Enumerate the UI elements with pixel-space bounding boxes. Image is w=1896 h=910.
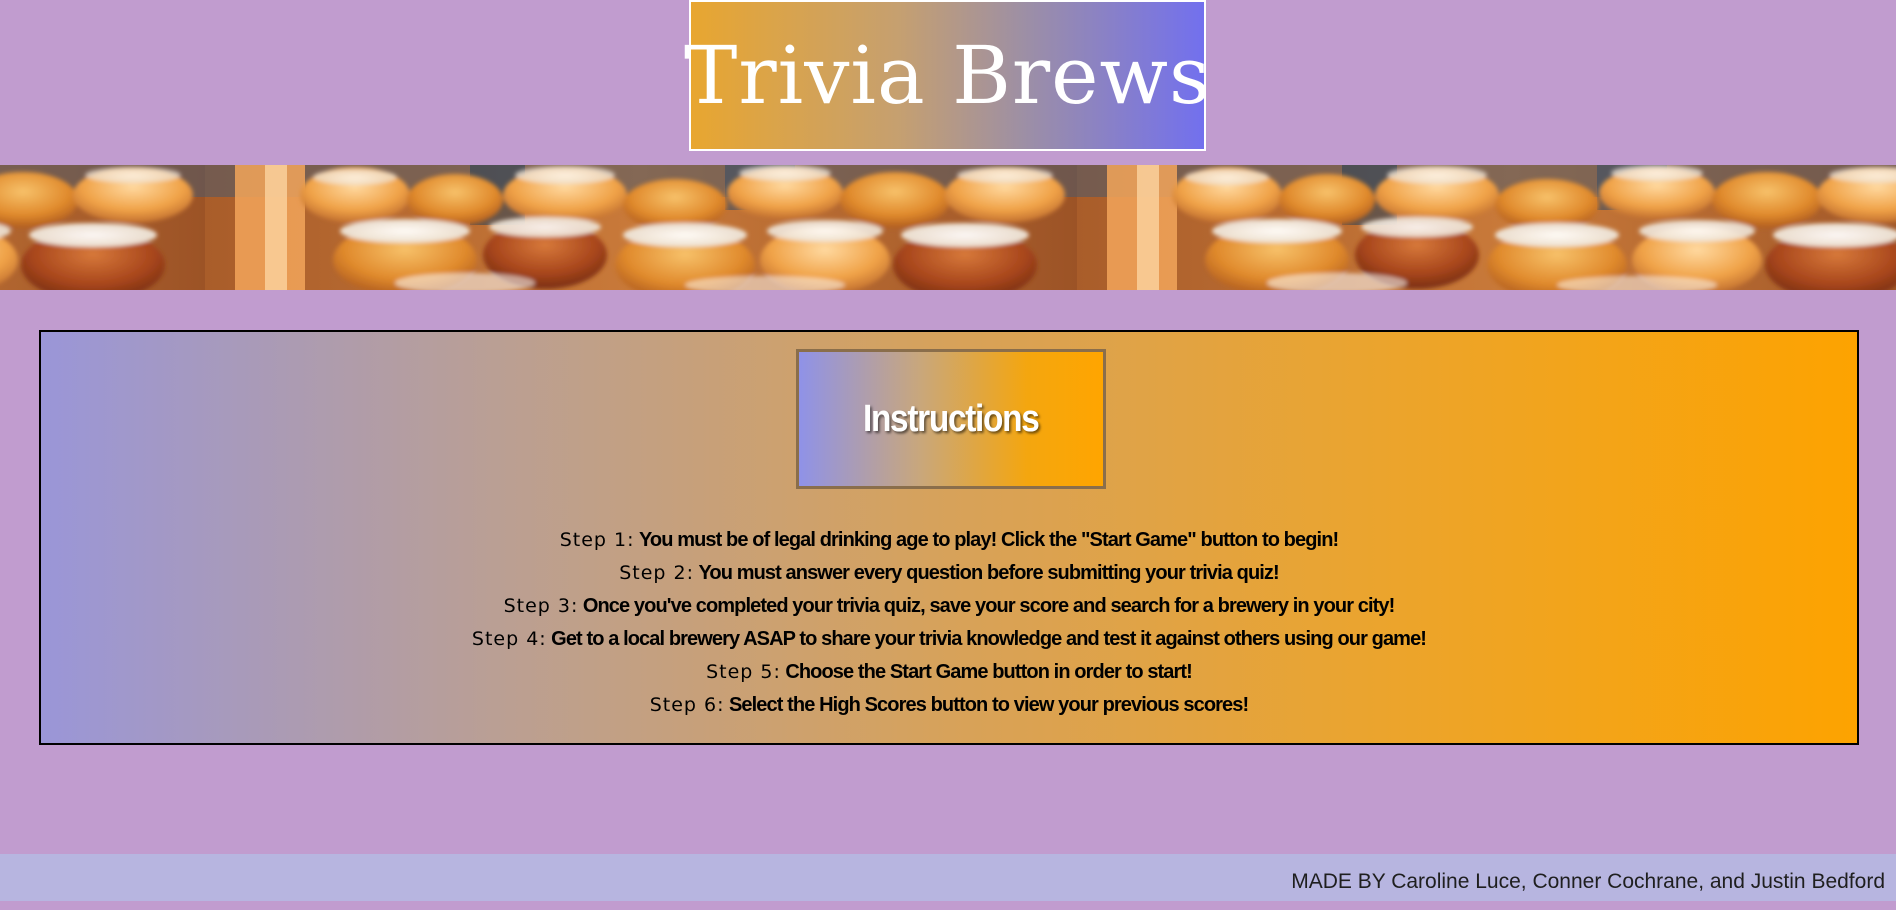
instructions-panel: Instructions Step 1: You must be of lega… (39, 330, 1859, 745)
instructions-steps-list: Step 1: You must be of legal drinking ag… (41, 524, 1857, 722)
beer-banner-image (0, 165, 1896, 290)
instructions-heading: Instructions (863, 397, 1040, 440)
step-text: Choose the Start Game button in order to… (785, 661, 1193, 683)
instruction-step-5: Step 5: Choose the Start Game button in … (41, 656, 1857, 689)
step-text: Get to a local brewery ASAP to share you… (551, 628, 1427, 650)
site-footer: MADE BY Caroline Luce, Conner Cochrane, … (0, 854, 1896, 901)
beer-flight-photo (0, 165, 1896, 290)
step-text: You must answer every question before su… (698, 562, 1279, 584)
step-label: Step 4: (471, 628, 547, 650)
step-text: You must be of legal drinking age to pla… (638, 529, 1339, 551)
instruction-step-4: Step 4: Get to a local brewery ASAP to s… (41, 623, 1857, 656)
instruction-step-6: Step 6: Select the High Scores button to… (41, 689, 1857, 722)
step-text: Select the High Scores button to view yo… (728, 694, 1249, 716)
footer-credits: MADE BY Caroline Luce, Conner Cochrane, … (1291, 870, 1885, 893)
step-label: Step 5: (706, 661, 781, 683)
site-header: Trivia Brews (684, 0, 1210, 151)
instructions-heading-box: Instructions (796, 349, 1106, 489)
step-label: Step 6: (649, 694, 725, 716)
step-label: Step 2: (619, 562, 694, 584)
site-title: Trivia Brews (684, 28, 1211, 122)
step-text: Once you've completed your trivia quiz, … (582, 595, 1395, 617)
step-label: Step 1: (559, 529, 635, 551)
instruction-step-1: Step 1: You must be of legal drinking ag… (41, 524, 1857, 557)
step-label: Step 3: (503, 595, 579, 617)
instruction-step-3: Step 3: Once you've completed your trivi… (41, 590, 1857, 623)
instruction-step-2: Step 2: You must answer every question b… (41, 557, 1857, 590)
